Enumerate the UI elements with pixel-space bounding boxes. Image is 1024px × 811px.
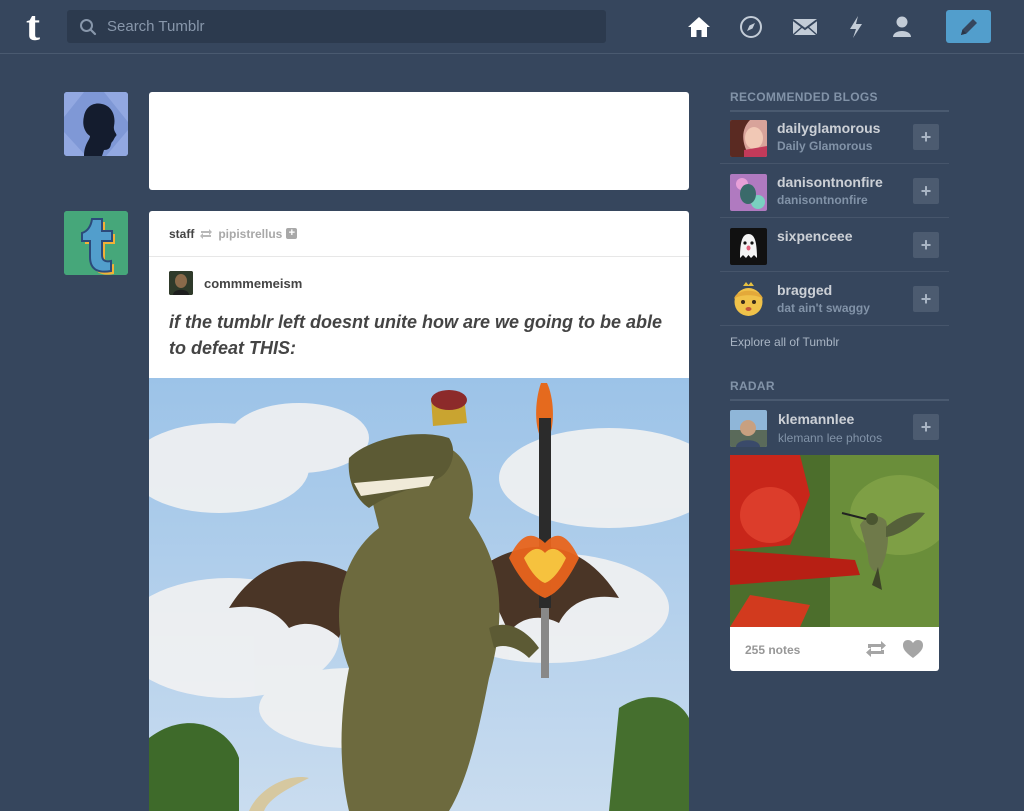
svg-text:t: t bbox=[26, 7, 40, 47]
recommended-blog-item[interactable]: bragged dat ain't swaggy + bbox=[720, 272, 949, 326]
radar-blog-avatar[interactable] bbox=[730, 410, 767, 447]
notes-count[interactable]: 255 notes bbox=[745, 643, 800, 657]
recommended-blog-item[interactable]: sixpenceee + bbox=[720, 218, 949, 272]
user-avatar[interactable] bbox=[64, 92, 128, 156]
account-person-icon[interactable] bbox=[889, 14, 915, 40]
blog-avatar[interactable] bbox=[730, 282, 767, 319]
radar-blog-title: klemann lee photos bbox=[778, 431, 883, 445]
blog-name[interactable]: bragged bbox=[777, 282, 832, 298]
blog-avatar[interactable] bbox=[730, 120, 767, 157]
blog-avatar[interactable] bbox=[730, 174, 767, 211]
blog-name[interactable]: dailyglamorous bbox=[777, 120, 880, 136]
post-header: staff pipistrellus + bbox=[149, 211, 689, 257]
radar-image-hummingbird[interactable] bbox=[730, 455, 939, 627]
explore-all-link[interactable]: Explore all of Tumblr bbox=[730, 335, 839, 349]
blog-title: dat ain't swaggy bbox=[777, 301, 870, 315]
blog-name[interactable]: danisontnonfire bbox=[777, 174, 883, 190]
top-navigation-bar: t bbox=[0, 0, 1024, 54]
blog-name[interactable]: sixpenceee bbox=[777, 228, 853, 244]
follow-button[interactable]: + bbox=[913, 232, 939, 258]
like-heart-icon[interactable] bbox=[902, 639, 924, 659]
activity-lightning-icon[interactable] bbox=[843, 14, 869, 40]
home-icon[interactable] bbox=[686, 14, 712, 40]
compose-post-button[interactable] bbox=[946, 10, 991, 43]
pencil-icon bbox=[960, 18, 977, 35]
reblog-author-avatar[interactable] bbox=[169, 271, 193, 295]
staff-avatar[interactable] bbox=[64, 211, 128, 275]
search-bar[interactable] bbox=[67, 10, 606, 43]
radar-blog[interactable]: klemannlee klemann lee photos + bbox=[730, 410, 949, 454]
search-input[interactable] bbox=[105, 17, 589, 36]
default-avatar-silhouette-icon bbox=[64, 92, 128, 156]
blog-avatar[interactable] bbox=[730, 228, 767, 265]
new-post-box[interactable] bbox=[149, 92, 689, 190]
tumblr-logo[interactable]: t bbox=[16, 6, 50, 48]
explore-compass-icon[interactable] bbox=[738, 14, 764, 40]
post-title: if the tumblr left doesnt unite how are … bbox=[169, 312, 663, 358]
radar-blog-name[interactable]: klemannlee bbox=[778, 411, 854, 427]
reblog-icon bbox=[200, 228, 213, 239]
blog-title: Daily Glamorous bbox=[777, 139, 873, 153]
reblog-source-link[interactable]: pipistrellus bbox=[218, 227, 282, 241]
recommended-blog-item[interactable]: danisontnonfire danisontnonfire + bbox=[720, 164, 949, 218]
radar-follow-button[interactable]: + bbox=[913, 414, 939, 440]
inbox-envelope-icon[interactable] bbox=[792, 14, 818, 40]
post-author-link[interactable]: staff bbox=[169, 227, 194, 241]
reblog-author-name[interactable]: commmemeism bbox=[204, 276, 302, 291]
radar-heading: RADAR bbox=[730, 379, 949, 401]
follow-button[interactable]: + bbox=[913, 178, 939, 204]
reblog-icon[interactable] bbox=[865, 639, 887, 659]
radar-post-footer: 255 notes bbox=[730, 627, 939, 671]
follow-button[interactable]: + bbox=[913, 286, 939, 312]
reblog-trail-header: commmemeism bbox=[149, 257, 689, 295]
post-image-dinosaur[interactable] bbox=[149, 378, 689, 811]
dashboard-post: staff pipistrellus + commmemeism if the … bbox=[149, 211, 689, 811]
recommended-blog-item[interactable]: dailyglamorous Daily Glamorous + bbox=[720, 110, 949, 164]
recommended-blogs-heading: RECOMMENDED BLOGS bbox=[730, 90, 949, 112]
follow-source-plus-icon[interactable]: + bbox=[286, 228, 298, 239]
staff-tumblr-logo-icon bbox=[64, 211, 128, 275]
follow-button[interactable]: + bbox=[913, 124, 939, 150]
blog-title: danisontnonfire bbox=[777, 193, 868, 207]
search-icon bbox=[80, 18, 97, 35]
